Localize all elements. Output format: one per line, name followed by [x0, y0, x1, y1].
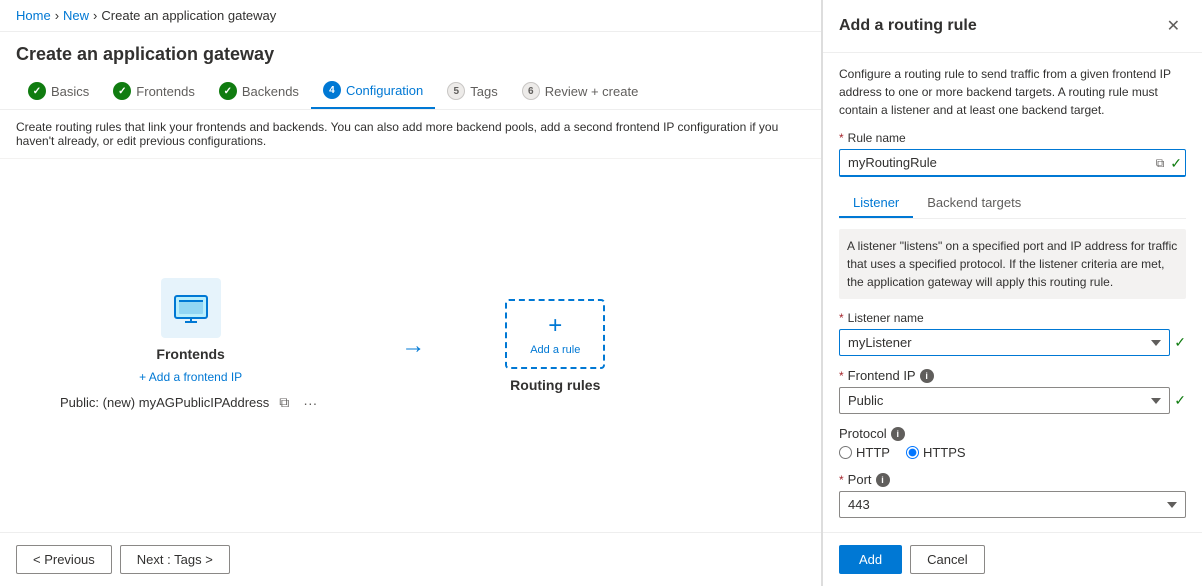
breadcrumb: Home › New › Create an application gatew…: [0, 0, 821, 32]
page-description: Create routing rules that link your fron…: [0, 110, 821, 159]
step-tags-label: Tags: [470, 84, 497, 99]
step-frontends[interactable]: ✓ Frontends: [101, 73, 207, 109]
frontends-flow-box: Frontends + Add a frontend IP Public: (n…: [60, 278, 321, 413]
panel-description: Configure a routing rule to send traffic…: [839, 65, 1186, 119]
listener-name-check-icon: ✓: [1174, 334, 1186, 351]
frontends-svg-icon: [171, 288, 211, 328]
step-basics[interactable]: ✓ Basics: [16, 73, 101, 109]
step-frontends-icon: ✓: [113, 82, 131, 100]
listener-name-select[interactable]: myListener: [839, 329, 1170, 356]
protocol-http-radio[interactable]: [839, 446, 852, 459]
protocol-field: Protocol i HTTP HTTPS: [839, 426, 1186, 460]
breadcrumb-new[interactable]: New: [63, 8, 89, 23]
rule-name-actions: ⧉ ✓: [1154, 154, 1182, 173]
cancel-button[interactable]: Cancel: [910, 545, 984, 574]
step-backends[interactable]: ✓ Backends: [207, 73, 311, 109]
tab-listener[interactable]: Listener: [839, 189, 913, 218]
add-frontend-link[interactable]: + Add a frontend IP: [139, 370, 242, 384]
rule-name-copy-btn[interactable]: ⧉: [1154, 154, 1167, 173]
step-frontends-label: Frontends: [136, 84, 195, 99]
frontend-ip-field: Frontend IP i Public ✓: [839, 368, 1186, 414]
listener-name-label: Listener name: [839, 311, 1186, 325]
next-button[interactable]: Next : Tags >: [120, 545, 230, 574]
frontend-copy-btn[interactable]: ⧉: [275, 392, 293, 413]
protocol-info-icon[interactable]: i: [891, 427, 905, 441]
step-configuration-icon: 4: [323, 81, 341, 99]
previous-button[interactable]: < Previous: [16, 545, 112, 574]
protocol-radio-group: HTTP HTTPS: [839, 445, 1186, 460]
page-title: Create an application gateway: [0, 32, 821, 73]
step-navigation: ✓ Basics ✓ Frontends ✓ Backends 4 Config…: [0, 73, 821, 110]
frontend-ip-label: Frontend IP i: [839, 368, 1186, 383]
breadcrumb-current: Create an application gateway: [101, 8, 276, 23]
protocol-https-label: HTTPS: [923, 445, 966, 460]
rule-name-input-container: ⧉ ✓: [839, 149, 1186, 177]
listener-description: A listener "listens" on a specified port…: [839, 229, 1186, 299]
frontend-item-text: Public: (new) myAGPublicIPAddress: [60, 395, 269, 410]
port-select[interactable]: 443: [839, 491, 1186, 518]
frontend-more-btn[interactable]: ···: [299, 393, 321, 413]
step-backends-label: Backends: [242, 84, 299, 99]
right-panel: Add a routing rule ✕ Configure a routing…: [822, 0, 1202, 586]
tab-backend-targets[interactable]: Backend targets: [913, 189, 1035, 218]
right-panel-title: Add a routing rule: [839, 17, 977, 35]
add-rule-button[interactable]: Add: [839, 545, 902, 574]
step-review-icon: 6: [522, 82, 540, 100]
port-info-icon[interactable]: i: [876, 473, 890, 487]
step-configuration[interactable]: 4 Configuration: [311, 73, 435, 109]
step-review-label: Review + create: [545, 84, 639, 99]
close-panel-button[interactable]: ✕: [1161, 14, 1186, 38]
right-panel-footer: Add Cancel: [823, 532, 1202, 586]
protocol-https-option[interactable]: HTTPS: [906, 445, 966, 460]
step-configuration-label: Configuration: [346, 83, 423, 98]
panel-tabs: Listener Backend targets: [839, 189, 1186, 219]
breadcrumb-home[interactable]: Home: [16, 8, 51, 23]
protocol-http-label: HTTP: [856, 445, 890, 460]
right-panel-header: Add a routing rule ✕: [823, 0, 1202, 53]
rule-name-input[interactable]: [839, 149, 1186, 177]
protocol-label: Protocol i: [839, 426, 1186, 441]
routing-rules-flow-box: + Add a rule Routing rules: [505, 299, 605, 393]
protocol-http-option[interactable]: HTTP: [839, 445, 890, 460]
flow-arrow: →: [401, 332, 425, 360]
port-field: Port i 443: [839, 472, 1186, 518]
right-panel-body: Configure a routing rule to send traffic…: [823, 53, 1202, 532]
frontend-item: Public: (new) myAGPublicIPAddress ⧉ ···: [60, 392, 321, 413]
flow-area: Frontends + Add a frontend IP Public: (n…: [0, 159, 821, 532]
routing-rules-label: Routing rules: [510, 377, 600, 393]
add-rule-box[interactable]: + Add a rule: [505, 299, 605, 369]
port-label: Port i: [839, 472, 1186, 487]
step-basics-label: Basics: [51, 84, 89, 99]
bottom-navigation: < Previous Next : Tags >: [0, 532, 821, 586]
add-rule-label: Add a rule: [530, 344, 580, 356]
step-tags-icon: 5: [447, 82, 465, 100]
frontend-ip-info-icon[interactable]: i: [920, 369, 934, 383]
add-rule-plus-icon: +: [548, 312, 562, 340]
step-review[interactable]: 6 Review + create: [510, 73, 651, 109]
listener-name-field: Listener name myListener ✓: [839, 311, 1186, 356]
frontends-label: Frontends: [156, 346, 224, 362]
rule-name-label: Rule name: [839, 131, 1186, 145]
step-tags[interactable]: 5 Tags: [435, 73, 509, 109]
rule-name-check-icon: ✓: [1170, 155, 1182, 172]
step-backends-icon: ✓: [219, 82, 237, 100]
main-panel: Home › New › Create an application gatew…: [0, 0, 822, 586]
rule-name-field: Rule name ⧉ ✓: [839, 131, 1186, 177]
frontend-ip-select[interactable]: Public: [839, 387, 1170, 414]
frontend-ip-check-icon: ✓: [1174, 392, 1186, 409]
frontends-icon-container: [161, 278, 221, 338]
protocol-https-radio[interactable]: [906, 446, 919, 459]
step-basics-icon: ✓: [28, 82, 46, 100]
